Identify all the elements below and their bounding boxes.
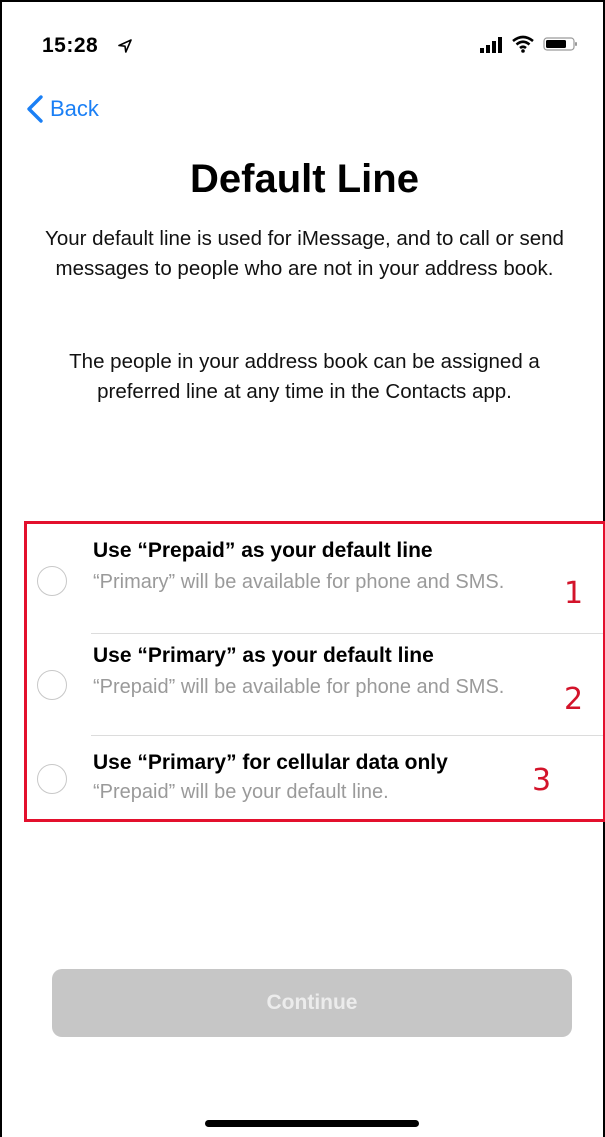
description-contacts: The people in your address book can be a… (69, 350, 540, 403)
options-annotation-box: Use “Prepaid” as your default line “Prim… (24, 521, 605, 822)
option-subtitle: “Primary” will be available for phone an… (93, 571, 505, 593)
back-label: Back (50, 96, 99, 121)
description-default-line: Your default line is used for iMessage, … (45, 227, 564, 280)
page-title: Default Line (190, 157, 419, 201)
wifi-icon (512, 35, 534, 53)
option-prepaid-default[interactable]: Use “Prepaid” as your default line “Prim… (27, 534, 603, 632)
annotation-number: 3 (532, 763, 552, 798)
home-indicator (205, 1120, 419, 1127)
radio-button[interactable] (37, 764, 67, 794)
option-title: Use “Prepaid” as your default line (93, 539, 433, 562)
annotation-number: 1 (564, 576, 584, 611)
option-title: Use “Primary” for cellular data only (93, 751, 448, 774)
annotation-number: 2 (564, 682, 584, 717)
option-primary-data-only[interactable]: Use “Primary” for cellular data only “Pr… (27, 736, 603, 816)
phone-screen: 15:28 Back Default Line Your default lin (0, 0, 605, 1137)
battery-icon (543, 37, 577, 51)
option-subtitle: “Prepaid” will be your default line. (93, 781, 389, 803)
status-time: 15:28 (42, 34, 99, 57)
back-button[interactable]: Back (24, 92, 99, 126)
chevron-left-icon (27, 95, 43, 123)
signal-icon (480, 37, 502, 53)
option-subtitle: “Prepaid” will be available for phone an… (93, 676, 505, 698)
continue-button[interactable]: Continue (52, 969, 572, 1037)
radio-button[interactable] (37, 566, 67, 596)
continue-label: Continue (266, 991, 358, 1014)
option-title: Use “Primary” as your default line (93, 644, 434, 667)
location-arrow-icon (118, 39, 132, 53)
option-primary-default[interactable]: Use “Primary” as your default line “Prep… (27, 634, 603, 734)
status-bar: 15:28 (2, 2, 605, 62)
radio-button[interactable] (37, 670, 67, 700)
